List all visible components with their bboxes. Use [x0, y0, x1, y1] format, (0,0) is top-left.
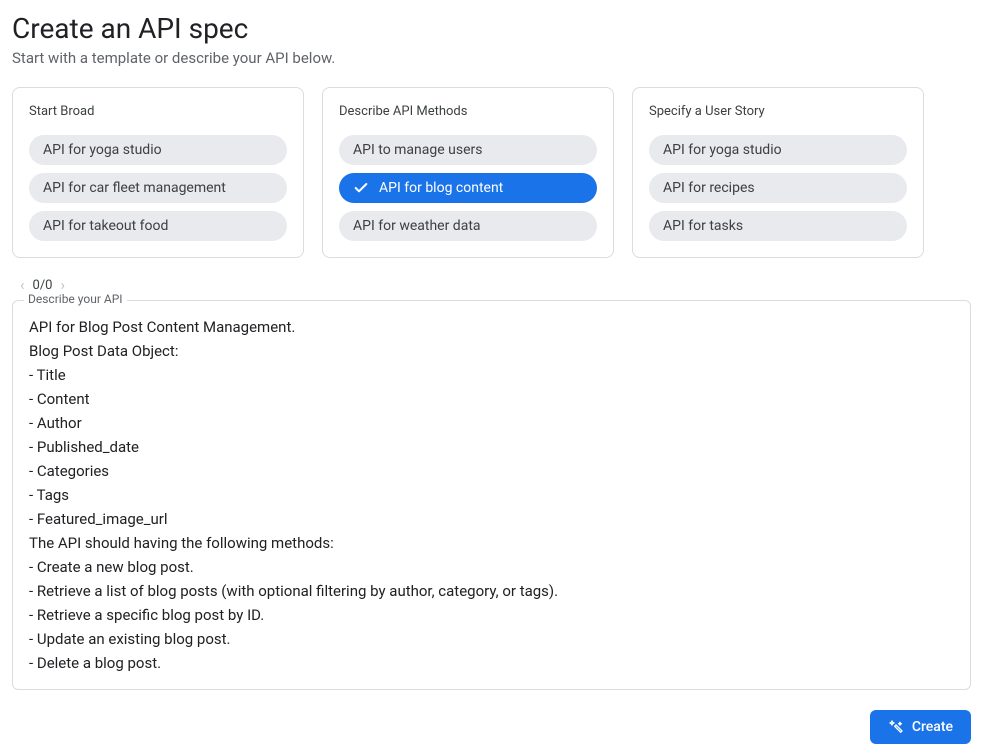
chip-car-fleet[interactable]: API for car fleet management [29, 173, 287, 203]
create-button-label: Create [912, 719, 953, 735]
card-title: Specify a User Story [649, 104, 907, 119]
card-title: Describe API Methods [339, 104, 597, 119]
footer-row: Create [12, 710, 971, 744]
describe-api-textarea[interactable] [12, 300, 971, 690]
magic-wand-icon [888, 719, 904, 735]
chip-label: API for weather data [353, 218, 481, 234]
chip-recipes[interactable]: API for recipes [649, 173, 907, 203]
card-user-story: Specify a User Story API for yoga studio… [632, 87, 924, 258]
card-title: Start Broad [29, 104, 287, 119]
check-icon [353, 180, 369, 196]
chip-label: API for car fleet management [43, 180, 226, 196]
history-nav: ‹ 0/0 › [12, 276, 971, 294]
card-start-broad: Start Broad API for yoga studio API for … [12, 87, 304, 258]
chip-label: API for tasks [663, 218, 743, 234]
chip-weather-data[interactable]: API for weather data [339, 211, 597, 241]
template-cards-row: Start Broad API for yoga studio API for … [12, 87, 971, 258]
page-title: Create an API spec [12, 12, 971, 45]
textarea-label: Describe your API [24, 292, 127, 306]
chip-label: API for yoga studio [663, 142, 782, 158]
chip-manage-users[interactable]: API to manage users [339, 135, 597, 165]
chip-label: API for blog content [379, 180, 503, 196]
chip-takeout-food[interactable]: API for takeout food [29, 211, 287, 241]
chip-label: API for yoga studio [43, 142, 162, 158]
history-counter: 0/0 [33, 278, 53, 293]
chip-yoga-studio-2[interactable]: API for yoga studio [649, 135, 907, 165]
chip-yoga-studio[interactable]: API for yoga studio [29, 135, 287, 165]
describe-api-field: Describe your API [12, 300, 971, 694]
chip-label: API to manage users [353, 142, 482, 158]
card-describe-methods: Describe API Methods API to manage users… [322, 87, 614, 258]
chip-blog-content[interactable]: API for blog content [339, 173, 597, 203]
page-subtitle: Start with a template or describe your A… [12, 49, 971, 67]
chip-tasks[interactable]: API for tasks [649, 211, 907, 241]
chip-label: API for recipes [663, 180, 755, 196]
create-button[interactable]: Create [870, 710, 971, 744]
chip-label: API for takeout food [43, 218, 168, 234]
